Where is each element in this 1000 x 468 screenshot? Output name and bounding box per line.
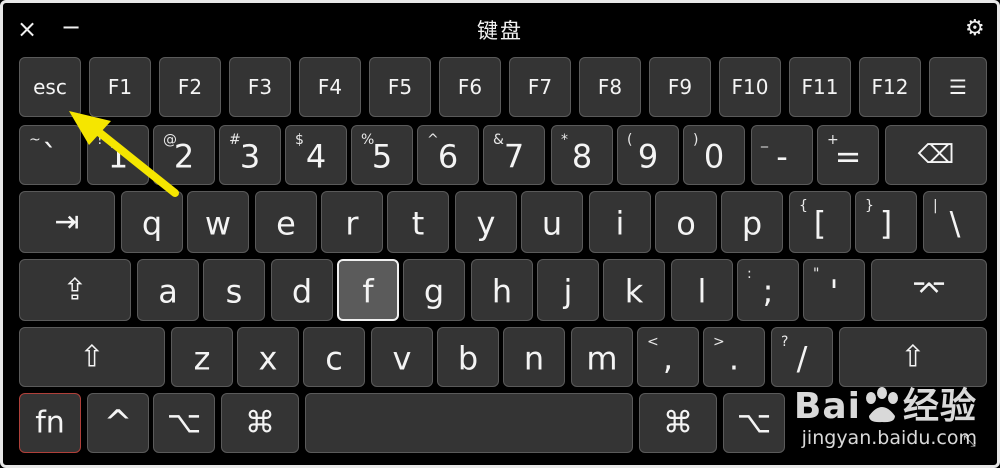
keyboard-viewer-window: × − 键盘 ⚙ esc F1 F2 F3 F4 F5 F6 F7 F8 F9 … bbox=[0, 0, 1000, 468]
watermark-brand: Bai bbox=[793, 386, 861, 427]
baidu-watermark: Bai 经验 jingyan.baidu.com bbox=[794, 377, 977, 449]
watermark-brand-cn: 经验 bbox=[902, 386, 977, 427]
watermark-url: jingyan.baidu.com bbox=[801, 427, 977, 449]
baidu-paw-icon bbox=[865, 387, 898, 423]
